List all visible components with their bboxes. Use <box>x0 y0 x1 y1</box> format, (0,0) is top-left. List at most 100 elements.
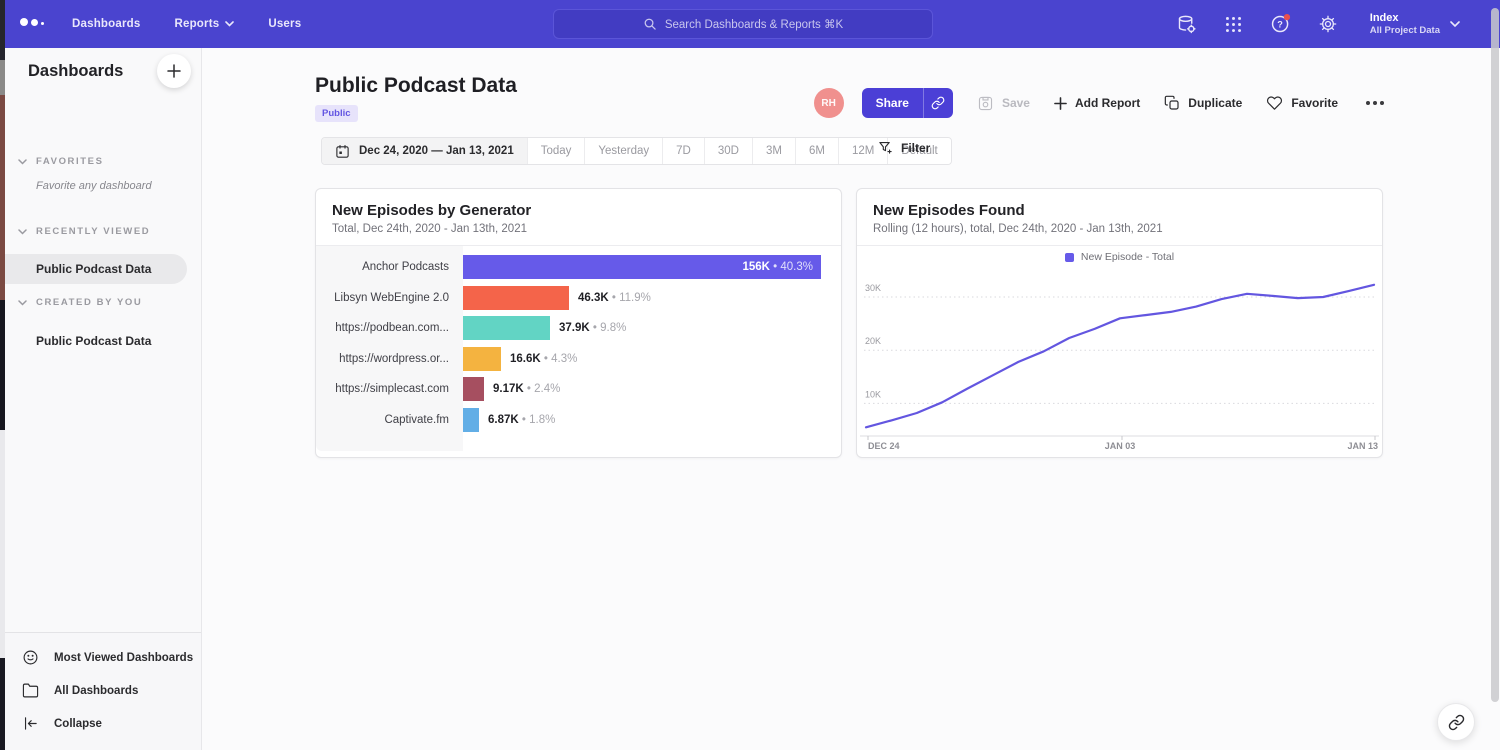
date-preset-30d[interactable]: 30D <box>704 138 752 164</box>
bar-row-2: Libsyn WebEngine 2.046.3K • 11.9% <box>316 286 841 310</box>
top-navbar: Dashboards Reports Users Search Dashboar… <box>0 0 1500 48</box>
visibility-badge: Public <box>315 105 358 122</box>
bar-row-6: Captivate.fm6.87K • 1.8% <box>316 408 841 432</box>
bar-segment <box>463 408 479 432</box>
x-tick-jan13: JAN 13 <box>1347 441 1378 451</box>
bar-row-5: https://simplecast.com9.17K • 2.4% <box>316 377 841 401</box>
sidebar-item-label: Public Podcast Data <box>36 334 151 348</box>
filter-button[interactable]: Filter <box>878 140 930 155</box>
search-input[interactable]: Search Dashboards & Reports ⌘K <box>553 9 933 39</box>
bar-value-label: 37.9K • 9.8% <box>559 316 626 340</box>
new-dashboard-button[interactable] <box>157 54 191 88</box>
bar-row-4: https://wordpress.or... 16.6K • 4.3% <box>316 347 841 371</box>
favorites-empty-text: Favorite any dashboard <box>36 180 202 192</box>
sidebar-item-public-podcast-data-2[interactable]: Public Podcast Data <box>5 326 202 356</box>
background-window-edge <box>0 0 5 750</box>
share-link-fab[interactable] <box>1437 703 1475 741</box>
sidebar-title: Dashboards <box>28 62 123 81</box>
duplicate-icon <box>1164 95 1180 111</box>
svg-text:30K: 30K <box>865 283 881 293</box>
bar-segment <box>463 377 484 401</box>
collapse-left-icon <box>22 715 39 732</box>
project-selector[interactable]: Index All Project Data <box>1370 12 1460 37</box>
date-range-label: Dec 24, 2020 — Jan 13, 2021 <box>359 145 514 157</box>
settings-gear-icon[interactable] <box>1317 13 1339 35</box>
share-link-segment[interactable] <box>923 88 953 118</box>
bar-chart: Anchor Podcasts 156K • 40.3% Libsyn WebEng… <box>316 246 841 451</box>
favorite-label: Favorite <box>1291 96 1338 110</box>
add-report-button[interactable]: Add Report <box>1054 96 1140 110</box>
chevron-down-icon <box>225 21 234 27</box>
date-preset-today[interactable]: Today <box>527 138 585 164</box>
bar-segment <box>463 286 569 310</box>
bar-value-label: 9.17K • 2.4% <box>493 377 560 401</box>
sidebar-item-label: Public Podcast Data <box>36 262 151 276</box>
section-favorites[interactable]: FAVORITES <box>5 156 202 167</box>
duplicate-button[interactable]: Duplicate <box>1164 95 1242 111</box>
folder-icon <box>22 682 39 699</box>
sidebar: Dashboards FAVORITES Favorite any dashbo… <box>5 48 202 750</box>
most-viewed-dashboards-button[interactable]: Most Viewed Dashboards <box>5 641 201 674</box>
heart-icon <box>1266 95 1283 111</box>
section-recently-viewed-label: RECENTLY VIEWED <box>36 226 150 237</box>
bar-category-label: Captivate.fm <box>316 408 449 432</box>
bar-value-label: 156K • 40.3% <box>742 255 813 279</box>
project-name: Index <box>1370 12 1440 25</box>
most-viewed-label: Most Viewed Dashboards <box>54 652 193 664</box>
date-preset-6m[interactable]: 6M <box>795 138 838 164</box>
page-title: Public Podcast Data <box>315 74 517 98</box>
favorite-button[interactable]: Favorite <box>1266 95 1338 111</box>
collapse-sidebar-button[interactable]: Collapse <box>5 707 201 740</box>
nav-reports[interactable]: Reports <box>174 18 234 30</box>
collapse-label: Collapse <box>54 718 102 730</box>
bar-segment <box>463 316 550 340</box>
all-dashboards-button[interactable]: All Dashboards <box>5 674 201 707</box>
bar-value-label: 46.3K • 11.9% <box>578 286 651 310</box>
link-icon <box>1448 714 1465 731</box>
save-icon <box>977 95 994 112</box>
sidebar-item-public-podcast-data[interactable]: Public Podcast Data <box>5 254 187 284</box>
plus-icon <box>167 64 181 78</box>
plus-icon <box>1054 97 1067 110</box>
bar-value-label: 16.6K • 4.3% <box>510 347 577 371</box>
save-button[interactable]: Save <box>977 95 1030 112</box>
avatar[interactable]: RH <box>814 88 844 118</box>
filter-funnel-icon <box>878 140 893 155</box>
bar-row-3: https://podbean.com...37.9K • 9.8% <box>316 316 841 340</box>
date-range-button[interactable]: Dec 24, 2020 — Jan 13, 2021 <box>322 138 527 164</box>
brand-logo[interactable] <box>20 18 44 30</box>
help-icon[interactable]: ? <box>1270 13 1292 35</box>
legend-swatch <box>1065 253 1074 262</box>
date-preset-yesterday[interactable]: Yesterday <box>584 138 662 164</box>
app-root: Dashboards Reports Users Search Dashboar… <box>0 0 1500 750</box>
project-scope: All Project Data <box>1370 25 1440 37</box>
svg-text:20K: 20K <box>865 336 881 346</box>
more-options-button[interactable] <box>1362 97 1388 109</box>
section-recently-viewed[interactable]: RECENTLY VIEWED <box>5 226 202 237</box>
calendar-icon <box>335 144 350 159</box>
section-created-by-you-label: CREATED BY YOU <box>36 297 142 308</box>
search-placeholder: Search Dashboards & Reports ⌘K <box>665 17 843 31</box>
page-scrollbar[interactable] <box>1491 8 1499 702</box>
link-icon <box>931 96 945 110</box>
date-preset-7d[interactable]: 7D <box>662 138 704 164</box>
date-range-bar: Dec 24, 2020 — Jan 13, 2021 TodayYesterd… <box>321 137 952 165</box>
nav-users[interactable]: Users <box>268 18 301 30</box>
section-favorites-label: FAVORITES <box>36 156 104 167</box>
card1-subtitle: Total, Dec 24th, 2020 - Jan 13th, 2021 <box>332 223 825 235</box>
section-created-by-you[interactable]: CREATED BY YOU <box>5 297 202 308</box>
date-preset-3m[interactable]: 3M <box>752 138 795 164</box>
bar-category-label: Anchor Podcasts <box>316 255 449 279</box>
nav-dashboards[interactable]: Dashboards <box>72 18 140 30</box>
bar-category-label: https://wordpress.or... <box>316 347 449 371</box>
sidebar-footer: Most Viewed Dashboards All Dashboards Co… <box>5 632 201 750</box>
legend-label: New Episode - Total <box>1081 251 1174 263</box>
apps-grid-icon[interactable] <box>1223 13 1245 35</box>
card2-title: New Episodes Found <box>873 202 1366 219</box>
duplicate-label: Duplicate <box>1188 96 1242 110</box>
data-sources-icon[interactable] <box>1176 13 1198 35</box>
card1-title: New Episodes by Generator <box>332 202 825 219</box>
nav-reports-label: Reports <box>174 18 219 30</box>
share-button[interactable]: Share <box>862 88 953 118</box>
save-label: Save <box>1002 96 1030 110</box>
